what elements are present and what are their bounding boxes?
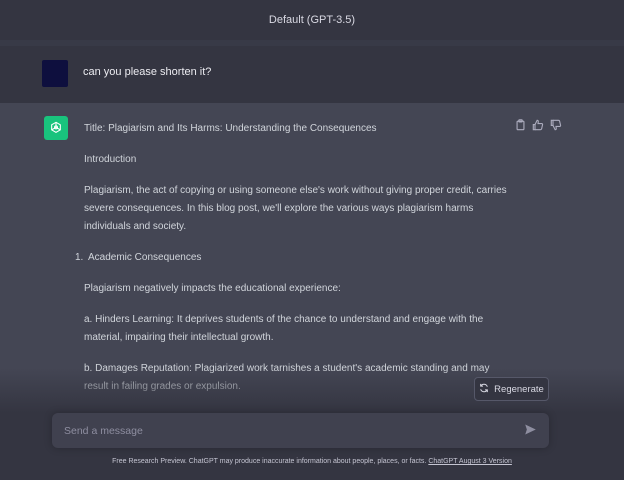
user-avatar xyxy=(42,60,68,87)
footer-disclaimer: Free Research Preview. ChatGPT may produ… xyxy=(0,458,624,465)
list-item-label: Academic Consequences xyxy=(88,252,202,263)
user-message: can you please shorten it? xyxy=(0,46,624,103)
clipboard-icon[interactable] xyxy=(514,119,526,131)
chatgpt-logo-icon xyxy=(44,116,68,140)
intro-paragraph: Plagiarism, the act of copying or using … xyxy=(84,185,507,232)
model-header: Default (GPT-3.5) xyxy=(0,0,624,40)
academic-paragraph: Plagiarism negatively impacts the educat… xyxy=(84,283,341,294)
thumbs-up-icon[interactable] xyxy=(532,119,544,131)
footer-text: Free Research Preview. ChatGPT may produ… xyxy=(112,458,427,465)
thumbs-down-icon[interactable] xyxy=(550,119,562,131)
response-title: Title: Plagiarism and Its Harms: Underst… xyxy=(84,123,377,134)
list-number: 1. xyxy=(75,252,84,263)
point-a-paragraph: a. Hinders Learning: It deprives student… xyxy=(84,314,484,343)
model-label: Default (GPT-3.5) xyxy=(268,14,356,26)
regenerate-button[interactable]: Regenerate xyxy=(474,377,549,401)
send-icon[interactable] xyxy=(524,423,538,437)
assistant-message-content: Title: Plagiarism and Its Harms: Underst… xyxy=(75,120,514,396)
message-composer xyxy=(52,413,549,448)
message-input[interactable] xyxy=(62,422,506,440)
user-message-text: can you please shorten it? xyxy=(83,66,212,78)
version-link[interactable]: ChatGPT August 3 Version xyxy=(428,458,512,465)
regenerate-label: Regenerate xyxy=(494,383,544,395)
intro-heading: Introduction xyxy=(84,154,137,165)
refresh-icon xyxy=(479,383,489,396)
list-item: 1. Academic Consequences xyxy=(75,249,514,267)
message-actions xyxy=(514,119,562,131)
